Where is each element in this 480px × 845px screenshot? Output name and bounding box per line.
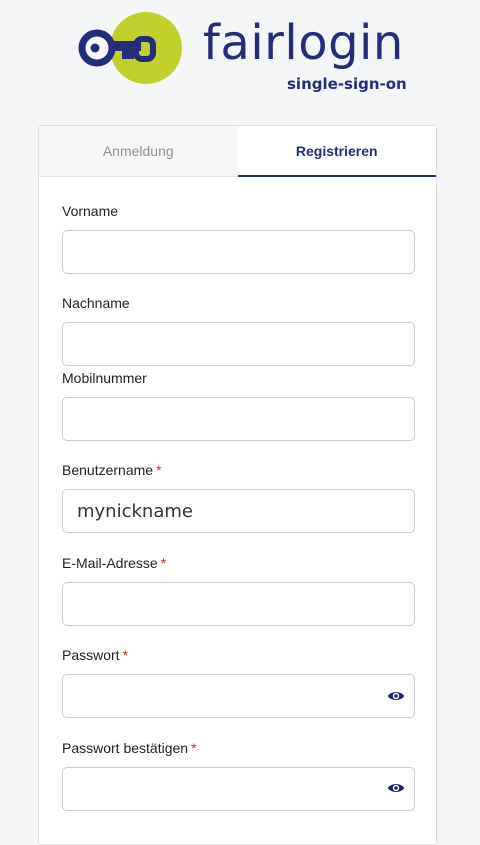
- email-label: E-Mail-Adresse *: [62, 556, 166, 570]
- email-input[interactable]: [62, 582, 415, 626]
- password-confirm-input[interactable]: [62, 767, 415, 811]
- mobile-label: Mobilnummer: [62, 371, 147, 385]
- required-marker: *: [191, 740, 197, 756]
- password-confirm-label-text: Passwort bestätigen: [62, 740, 189, 756]
- auth-tabs: Anmeldung Registrieren: [39, 126, 436, 177]
- first-name-label-text: Vorname: [62, 203, 119, 219]
- last-name-input[interactable]: [62, 322, 415, 366]
- password-confirm-label: Passwort bestätigen *: [62, 741, 197, 755]
- required-marker: *: [122, 647, 129, 663]
- brand-name: fairlogin: [203, 15, 404, 71]
- eye-icon[interactable]: [387, 781, 405, 795]
- tab-anmeldung[interactable]: Anmeldung: [39, 126, 238, 176]
- auth-card: Anmeldung Registrieren Vorname Nachname …: [38, 125, 437, 845]
- username-label-text: Benutzername: [62, 462, 154, 478]
- mobile-input[interactable]: [62, 397, 415, 441]
- brand-logo: fairlogin single-sign-on: [78, 11, 408, 101]
- password-label-text: Passwort: [62, 647, 120, 663]
- eye-icon[interactable]: [387, 689, 405, 703]
- last-name-label: Nachname: [62, 296, 130, 310]
- first-name-label: Vorname: [62, 204, 118, 218]
- username-input[interactable]: [62, 489, 415, 533]
- mobile-label-text: Mobilnummer: [62, 370, 147, 386]
- last-name-label-text: Nachname: [62, 295, 130, 311]
- required-marker: *: [156, 462, 162, 478]
- required-marker: *: [160, 555, 167, 571]
- password-input[interactable]: [62, 674, 415, 718]
- brand-tagline: single-sign-on: [287, 75, 407, 93]
- first-name-input[interactable]: [62, 230, 415, 274]
- tab-registrieren[interactable]: Registrieren: [237, 126, 436, 177]
- password-label: Passwort *: [62, 648, 128, 662]
- key-icon: [78, 12, 182, 84]
- email-label-text: E-Mail-Adresse: [62, 555, 158, 571]
- username-label: Benutzername *: [62, 463, 162, 477]
